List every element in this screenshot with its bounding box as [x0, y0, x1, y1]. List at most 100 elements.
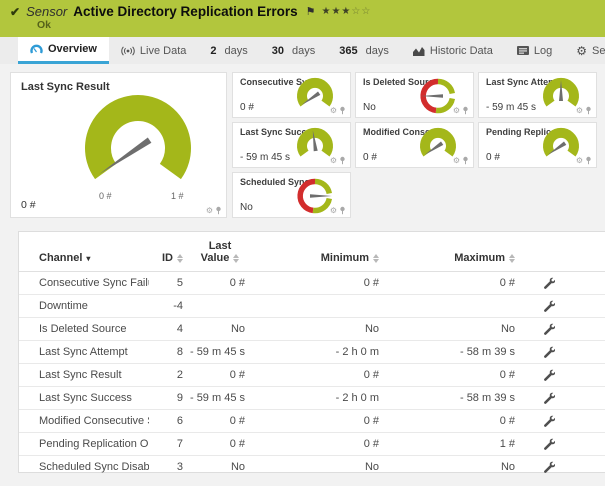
pin-icon[interactable] — [215, 206, 222, 215]
tab-settings[interactable]: ⚙ Settings — [564, 37, 605, 64]
column-header-channel[interactable]: Channel ▾ — [19, 240, 149, 272]
cell-last-value: No — [189, 455, 251, 479]
gauge-value: 0 # — [486, 152, 500, 163]
column-header-maximum[interactable]: Maximum — [385, 240, 521, 272]
rating-stars[interactable]: ★★★☆☆ — [321, 6, 371, 17]
cell-maximum: No — [385, 455, 521, 479]
channel-settings-icon[interactable] — [543, 346, 556, 358]
gauge-tile: Consecutive Sync Failures0 #⚙ — [232, 72, 351, 118]
cell-last-value — [189, 294, 251, 318]
table-row[interactable]: Is Deleted Source 4 No No No — [19, 317, 605, 341]
channel-settings-icon[interactable] — [543, 323, 556, 335]
table-row[interactable]: Consecutive Sync Failur...50 #0 #0 # — [19, 271, 605, 295]
tab-bar: Overview Live Data 2 days 30 days 365 days … — [0, 37, 605, 64]
cell-minimum: 0 # — [251, 363, 385, 387]
cell-id: 7 — [149, 432, 189, 456]
table-row[interactable]: Scheduled Sync Disabled3NoNoNo — [19, 455, 605, 479]
channel-table-body: Consecutive Sync Failur...50 #0 #0 #Down… — [19, 271, 605, 479]
tab-historic-data[interactable]: Historic Data — [401, 37, 505, 64]
gauge-value: 0 # — [363, 152, 377, 163]
pin-icon[interactable] — [339, 106, 346, 115]
cell-maximum — [385, 294, 521, 318]
sort-icon — [509, 253, 515, 263]
cell-last-value: 0 # — [189, 409, 251, 433]
gear-icon[interactable]: ⚙ — [453, 156, 460, 165]
tile-actions: ⚙ — [330, 156, 346, 165]
column-header-last-value[interactable]: Last Value — [189, 240, 251, 272]
cell-last-value: 0 # — [189, 271, 251, 295]
pin-icon[interactable] — [462, 156, 469, 165]
channel-settings-icon[interactable] — [543, 369, 556, 381]
table-row[interactable]: Pending Replication Op...70 #0 #1 # — [19, 432, 605, 456]
gear-icon[interactable]: ⚙ — [453, 106, 460, 115]
sort-icon — [177, 253, 183, 263]
cell-minimum — [251, 294, 385, 318]
pin-icon[interactable] — [462, 106, 469, 115]
gear-icon[interactable]: ⚙ — [330, 206, 337, 215]
channel-settings-icon[interactable] — [543, 300, 556, 312]
cell-maximum: - 58 m 39 s — [385, 340, 521, 364]
channel-settings-icon[interactable] — [543, 392, 556, 404]
tile-actions: ⚙ — [330, 106, 346, 115]
tile-actions: ⚙ — [330, 206, 346, 215]
cell-channel: Modified Consecutive S... — [19, 409, 149, 433]
star-icon[interactable]: ★ — [321, 6, 331, 17]
gear-icon[interactable]: ⚙ — [206, 206, 213, 215]
gear-icon[interactable]: ⚙ — [576, 156, 583, 165]
tab-365-days[interactable]: 365 days — [327, 37, 401, 64]
tab-30-days[interactable]: 30 days — [260, 37, 328, 64]
gauge-panel-last-sync-result: Last Sync Result 0 # 1 # 0 # ⚙ — [10, 72, 227, 218]
cell-minimum: - 2 h 0 m — [251, 386, 385, 410]
chart-icon — [412, 46, 425, 56]
star-icon[interactable]: ☆ — [361, 6, 371, 17]
pin-icon[interactable] — [339, 206, 346, 215]
tab-live-data[interactable]: Live Data — [109, 37, 198, 64]
tab-overview[interactable]: Overview — [18, 37, 109, 64]
cell-maximum: 1 # — [385, 432, 521, 456]
gear-icon[interactable]: ⚙ — [330, 156, 337, 165]
tile-actions: ⚙ — [576, 156, 592, 165]
gauge-scale-max: 1 # — [171, 191, 184, 201]
channel-table-panel: Channel▾ ID Last Value Minimum Maximum — [18, 231, 605, 479]
sort-caret-icon: ▾ — [86, 253, 91, 263]
column-header-minimum[interactable]: Minimum — [251, 240, 385, 272]
gauge-tiles: Consecutive Sync Failures0 #⚙Is Deleted … — [232, 72, 597, 218]
channel-table: Channel▾ ID Last Value Minimum Maximum — [19, 240, 605, 479]
gear-icon[interactable]: ⚙ — [576, 106, 583, 115]
star-icon[interactable]: ☆ — [351, 6, 361, 17]
table-row[interactable]: Last Sync Attempt 8- 59 m 45 s- 2 h 0 m- … — [19, 340, 605, 364]
cell-actions — [521, 271, 605, 295]
tab-log[interactable]: Log — [505, 37, 564, 64]
table-row[interactable]: Modified Consecutive S...60 #0 #0 # — [19, 409, 605, 433]
cell-id: 6 — [149, 409, 189, 433]
gear-icon[interactable]: ⚙ — [330, 106, 337, 115]
tab-2-days[interactable]: 2 days — [198, 37, 259, 64]
column-header-id[interactable]: ID — [149, 240, 189, 272]
cell-actions — [521, 294, 605, 318]
channel-settings-icon[interactable] — [543, 461, 556, 474]
last-sync-result-gauge — [63, 88, 213, 200]
tile-actions: ⚙ — [453, 106, 469, 115]
object-kind-label: Sensor — [26, 4, 68, 19]
flag-icon[interactable]: ⚑ — [306, 5, 316, 18]
channel-settings-icon[interactable] — [543, 277, 556, 289]
cell-last-value: 0 # — [189, 363, 251, 387]
table-row[interactable]: Last Sync Success 9- 59 m 45 s- 2 h 0 m- … — [19, 386, 605, 410]
cell-minimum: No — [251, 317, 385, 341]
table-row[interactable]: Downtime -4 — [19, 294, 605, 318]
channel-settings-icon[interactable] — [543, 438, 556, 450]
cell-id: 2 — [149, 363, 189, 387]
cell-actions — [521, 317, 605, 341]
star-icon[interactable]: ★ — [341, 6, 351, 17]
pin-icon[interactable] — [339, 156, 346, 165]
cell-channel: Is Deleted Source — [19, 317, 149, 341]
cell-id: -4 — [149, 294, 189, 318]
pin-icon[interactable] — [585, 156, 592, 165]
column-header-actions — [521, 240, 605, 272]
pin-icon[interactable] — [585, 106, 592, 115]
cell-maximum: 0 # — [385, 409, 521, 433]
table-row[interactable]: Last Sync Result 2 0 #0 #0 # — [19, 363, 605, 387]
cell-channel: Last Sync Result — [19, 363, 149, 387]
channel-settings-icon[interactable] — [543, 415, 556, 427]
star-icon[interactable]: ★ — [331, 6, 341, 17]
